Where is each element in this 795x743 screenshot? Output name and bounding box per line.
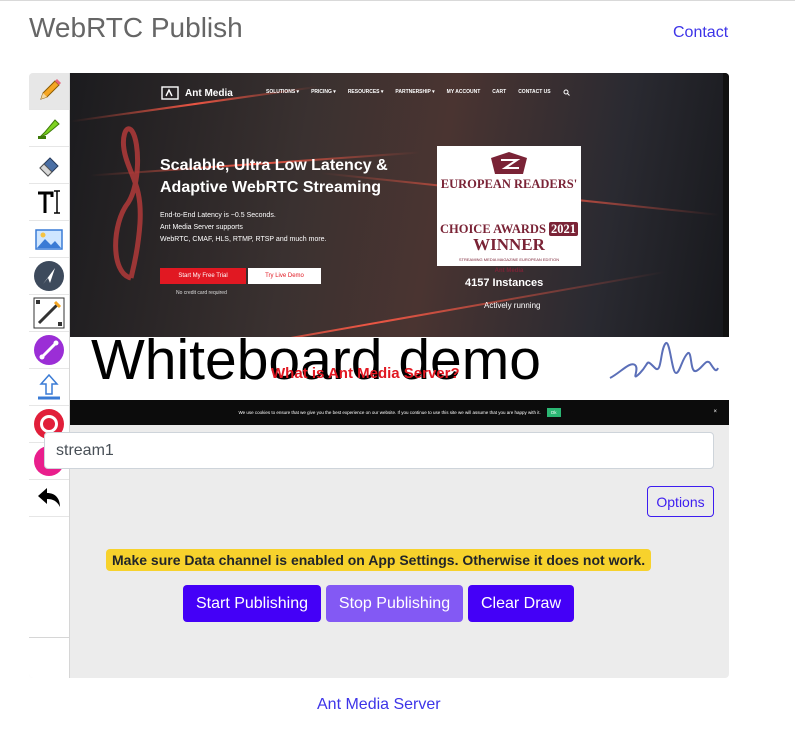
close-icon: ×: [713, 409, 717, 415]
data-channel-warning: Make sure Data channel is enabled on App…: [106, 549, 652, 571]
drawn-text: Whiteboard demo: [91, 328, 541, 392]
publish-panel: Ant Media SOLUTIONS ▾ PRICING ▾ RESOURCE…: [29, 73, 729, 678]
cookie-text: We use cookies to ensure that we give yo…: [238, 410, 541, 415]
start-publishing-button[interactable]: Start Publishing: [183, 585, 321, 622]
image-tool-button[interactable]: [29, 221, 69, 258]
line-tool-button[interactable]: [29, 295, 69, 332]
arrow-tool-button[interactable]: [29, 332, 69, 369]
arrow-tool-icon: [34, 335, 64, 365]
stream-id-input[interactable]: [44, 432, 714, 469]
options-button[interactable]: Options: [647, 486, 714, 517]
image-icon: [35, 229, 63, 250]
highlighter-tool-button[interactable]: [29, 110, 69, 147]
highlighter-icon: [38, 119, 60, 139]
pointer-icon: [34, 261, 64, 291]
footer-link[interactable]: Ant Media Server: [317, 696, 441, 714]
text-tool-button[interactable]: [29, 184, 69, 221]
contact-link[interactable]: Contact: [673, 24, 728, 42]
text-tool-icon: [38, 190, 60, 214]
undo-tool-button[interactable]: [29, 480, 69, 517]
whiteboard-toolbar: [29, 73, 70, 678]
page-title: WebRTC Publish: [29, 12, 243, 43]
undo-icon: [38, 488, 60, 507]
section-heading: What is Ant Media Server?: [271, 365, 460, 382]
line-tool-icon: [33, 297, 65, 329]
clear-draw-button[interactable]: Clear Draw: [468, 585, 574, 622]
upload-icon: [38, 373, 60, 400]
pointer-tool-button[interactable]: [29, 258, 69, 295]
cookie-banner: We use cookies to ensure that we give yo…: [70, 400, 729, 425]
eraser-icon: [39, 157, 59, 177]
top-divider: [0, 0, 795, 1]
eraser-tool-button[interactable]: [29, 147, 69, 184]
upload-tool-button[interactable]: [29, 369, 69, 406]
toolbar-spacer: [29, 517, 69, 638]
cookie-ok-button: Ok: [546, 408, 561, 417]
pencil-tool-button[interactable]: [29, 73, 69, 110]
pencil-icon: [40, 79, 61, 100]
stop-publishing-button[interactable]: Stop Publishing: [326, 585, 463, 622]
whiteboard-canvas[interactable]: Ant Media SOLUTIONS ▾ PRICING ▾ RESOURCE…: [70, 73, 729, 425]
